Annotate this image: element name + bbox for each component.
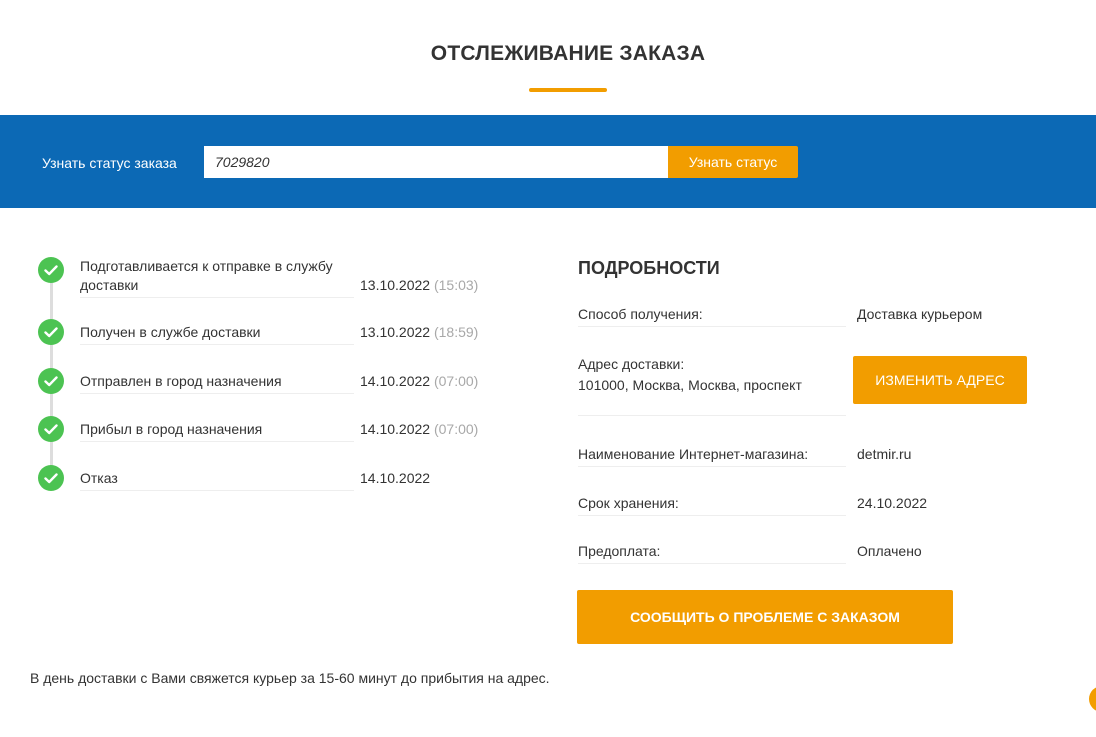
timeline-step-date: 14.10.2022 (07:00) — [360, 373, 479, 389]
check-icon — [38, 416, 64, 442]
prepayment-label: Предоплата: — [578, 542, 846, 564]
address-label: Адрес доставки: — [578, 356, 685, 372]
timeline-step-label: Получен в службе доставки — [80, 323, 354, 345]
check-status-button[interactable]: Узнать статус — [668, 146, 798, 178]
timeline-step: Отказ 14.10.2022 — [38, 465, 498, 505]
delivery-note: В день доставки с Вами свяжется курьер з… — [30, 670, 550, 686]
order-number-input[interactable] — [204, 146, 668, 178]
timeline-step-label: Прибыл в город назначения — [80, 420, 354, 442]
title-underline — [529, 88, 607, 92]
change-address-button[interactable]: ИЗМЕНИТЬ АДРЕС — [853, 356, 1027, 404]
timeline-step-date: 14.10.2022 — [360, 470, 431, 486]
search-label: Узнать статус заказа — [42, 155, 177, 171]
prepayment-value: Оплачено — [857, 543, 922, 559]
delivery-method-label: Способ получения: — [578, 305, 846, 327]
check-icon — [38, 257, 64, 283]
timeline-step-date: 14.10.2022 (07:00) — [360, 421, 479, 437]
timeline-step-label: Отказ — [80, 469, 354, 491]
chat-widget-button[interactable] — [1089, 686, 1096, 712]
timeline-step-date: 13.10.2022 (15:03) — [360, 277, 479, 293]
storage-label: Срок хранения: — [578, 494, 846, 516]
timeline-step: Отправлен в город назначения 14.10.2022 … — [38, 368, 498, 408]
timeline-step-date: 13.10.2022 (18:59) — [360, 324, 479, 340]
shop-label: Наименование Интернет-магазина: — [578, 445, 846, 467]
report-problem-button[interactable]: СООБЩИТЬ О ПРОБЛЕМЕ С ЗАКАЗОМ — [577, 590, 953, 644]
details-heading: ПОДРОБНОСТИ — [578, 258, 720, 278]
shop-value: detmir.ru — [857, 446, 912, 462]
check-icon — [38, 465, 64, 491]
storage-value: 24.10.2022 — [857, 495, 928, 511]
check-icon — [38, 368, 64, 394]
timeline-step-label: Отправлен в город назначения — [80, 372, 354, 394]
page-title: ОТСЛЕЖИВАНИЕ ЗАКАЗА — [430, 42, 706, 65]
timeline-step-label: Подготавливается к отправке в службу дос… — [80, 257, 354, 298]
timeline-step: Прибыл в город назначения 14.10.2022 (07… — [38, 416, 498, 456]
timeline-step: Подготавливается к отправке в службу дос… — [38, 257, 498, 298]
check-icon — [38, 319, 64, 345]
timeline-step: Получен в службе доставки 13.10.2022 (18… — [38, 319, 498, 359]
address-value: 101000, Москва, Москва, проспект — [578, 376, 846, 416]
delivery-method-value: Доставка курьером — [857, 306, 983, 322]
